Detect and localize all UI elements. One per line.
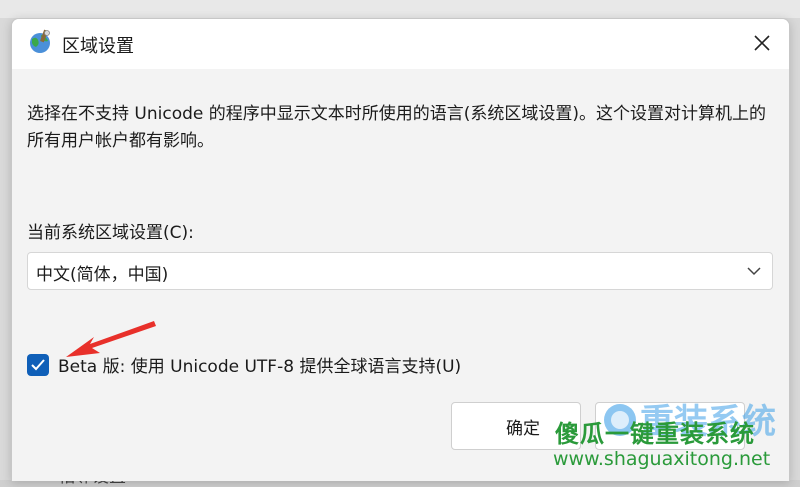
close-icon — [754, 35, 770, 51]
watermark-url: www.shaguaxitong.net — [553, 448, 771, 470]
title-bar: 区域设置 — [12, 19, 789, 69]
watermark-brand-text: 傻瓜一键重装系统 — [555, 420, 755, 448]
background-window-top — [0, 0, 800, 18]
description-text: 选择在不支持 Unicode 的程序中显示文本时所使用的语言(系统区域设置)。这… — [27, 104, 767, 151]
system-locale-select[interactable]: 中文(简体，中国) — [27, 252, 773, 290]
beta-utf8-label[interactable]: Beta 版: 使用 Unicode UTF-8 提供全球语言支持(U) — [58, 352, 461, 377]
globe-icon — [30, 29, 50, 53]
chevron-down-icon — [747, 267, 761, 276]
current-locale-label: 当前系统区域设置(C): — [27, 223, 194, 243]
beta-utf8-checkbox[interactable] — [27, 354, 49, 376]
dialog-title: 区域设置 — [62, 36, 134, 57]
checkmark-icon — [31, 359, 45, 371]
system-locale-value: 中文(简体，中国) — [36, 265, 169, 285]
close-button[interactable] — [739, 21, 785, 65]
